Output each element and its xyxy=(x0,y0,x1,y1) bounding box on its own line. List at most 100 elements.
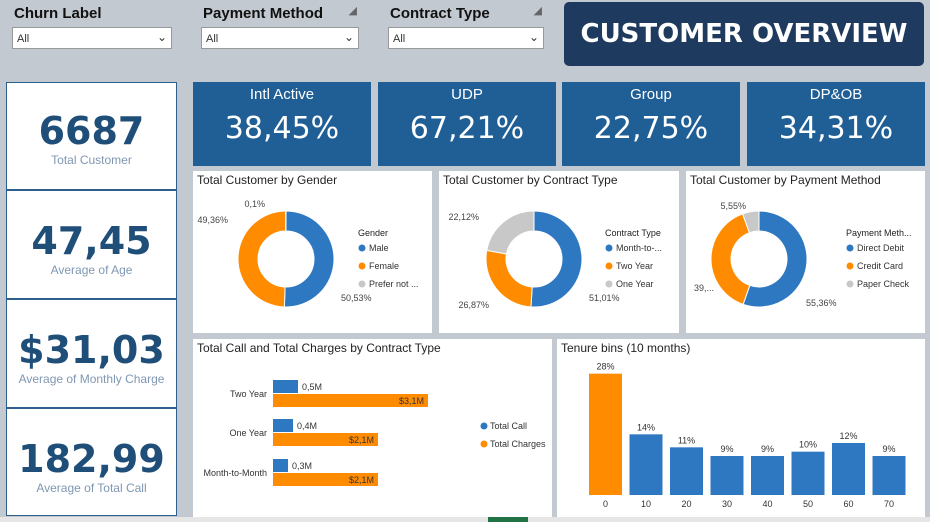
churn-label-dropdown[interactable]: All ⌄ xyxy=(12,27,172,49)
slicer-title: Churn Label xyxy=(14,5,102,22)
eraser-icon[interactable]: ◢ xyxy=(534,4,542,17)
gender-donut-chart: 50,53% 49,36% 0,1% Gender Male Female Prefer n… xyxy=(197,199,419,308)
data-label: 0,3M xyxy=(292,461,312,471)
tick-label: 0 xyxy=(603,499,608,509)
data-label: 9% xyxy=(720,444,733,454)
data-label: 12% xyxy=(839,431,857,441)
donut-slice xyxy=(237,210,287,308)
card-value: $31,03 xyxy=(18,328,165,372)
slicer-contract-type: Contract Type ◢ All ⌄ xyxy=(382,0,550,56)
chevron-down-icon: ⌄ xyxy=(156,30,167,44)
card-label: Average of Age xyxy=(50,263,133,277)
legend-entry: Total Charges xyxy=(490,439,546,449)
legend-entry: One Year xyxy=(616,279,654,289)
active-page-tab[interactable] xyxy=(488,517,528,522)
legend-entry: Month-to-... xyxy=(616,243,662,253)
data-label: 39,... xyxy=(694,283,714,293)
kpi-value: 67,21% xyxy=(409,111,525,146)
gender-donut-panel: Total Customer by Gender 50,53% 49,36% 0,1… xyxy=(193,171,432,333)
data-label: 5,55% xyxy=(720,201,746,211)
data-label: 14% xyxy=(637,422,655,432)
legend-marker xyxy=(846,244,854,252)
legend-entry: Male xyxy=(369,243,389,253)
payment-donut-panel: Total Customer by Payment Method 55,36% 3… xyxy=(686,171,925,333)
bar xyxy=(273,380,298,393)
legend-title: Contract Type xyxy=(605,228,661,238)
kpi-title: Group xyxy=(630,86,672,103)
slicer-title: Contract Type xyxy=(390,5,490,22)
calls-charges-bar-chart: Two Year 0,5M $3,1M One Year 0,4M $2,1M Month-… xyxy=(203,380,546,486)
kpi-intl-active: Intl Active 38,45% xyxy=(193,82,371,166)
donut-slice xyxy=(710,213,751,305)
donut-slice xyxy=(283,210,335,308)
contract-donut-panel: Total Customer by Contract Type 51,01% 26… xyxy=(439,171,679,333)
data-label: 10% xyxy=(799,440,817,450)
bar xyxy=(273,419,293,432)
bar xyxy=(589,373,622,495)
data-label: 28% xyxy=(596,362,614,372)
legend-marker xyxy=(846,280,854,288)
data-label: 26,87% xyxy=(458,300,489,310)
legend-marker xyxy=(605,244,613,252)
chevron-down-icon: ⌄ xyxy=(528,30,539,44)
tenure-panel: Tenure bins (10 months) 28% 0 14% 10 11% 20 9%… xyxy=(557,339,925,517)
bar xyxy=(710,456,744,495)
donut-slice xyxy=(530,210,583,308)
tick-label: 40 xyxy=(762,499,772,509)
page-title: CUSTOMER OVERVIEW xyxy=(564,2,924,66)
tick-label: 50 xyxy=(803,499,813,509)
chevron-down-icon: ⌄ xyxy=(343,30,354,44)
data-label: 50,53% xyxy=(341,293,372,303)
legend-entry: Credit Card xyxy=(857,261,903,271)
donut-slice xyxy=(485,249,533,308)
kpi-title: UDP xyxy=(451,86,483,103)
data-label: $3,1M xyxy=(399,396,424,406)
contract-type-dropdown[interactable]: All ⌄ xyxy=(388,27,544,49)
dropdown-value: All xyxy=(206,33,219,45)
card-label: Average of Monthly Charge xyxy=(18,372,165,386)
card-label: Total Customer xyxy=(51,153,132,167)
legend-marker xyxy=(358,244,366,252)
bar xyxy=(832,443,865,495)
data-label: 22,12% xyxy=(448,212,479,222)
average-total-call-card: 182,99 Average of Total Call xyxy=(6,408,177,516)
data-label: 51,01% xyxy=(589,293,620,303)
kpi-dp-ob: DP&OB 34,31% xyxy=(747,82,925,166)
eraser-icon[interactable]: ◢ xyxy=(349,4,357,17)
legend-entry: Prefer not ... xyxy=(369,279,419,289)
kpi-title: Intl Active xyxy=(249,86,315,103)
card-label: Average of Total Call xyxy=(36,481,147,495)
payment-method-dropdown[interactable]: All ⌄ xyxy=(201,27,359,49)
tenure-bar-chart: 28% 0 14% 10 11% 20 9% 30 9% 40 10% 50 12% 60 9% 70 xyxy=(589,362,906,509)
legend-marker xyxy=(605,280,613,288)
donut-slice xyxy=(486,210,535,255)
data-label: 55,36% xyxy=(806,298,837,308)
tick-label: 30 xyxy=(722,499,732,509)
slicer-title: Payment Method xyxy=(203,5,324,22)
category-label: Month-to-Month xyxy=(203,468,267,478)
legend-entry: Total Call xyxy=(490,421,527,431)
card-value: 47,45 xyxy=(31,219,152,263)
legend-marker xyxy=(605,262,613,270)
data-label: 0,4M xyxy=(297,421,317,431)
card-value: 6687 xyxy=(38,109,145,153)
kpi-title: DP&OB xyxy=(809,86,863,103)
bar xyxy=(791,451,825,495)
kpi-value: 34,31% xyxy=(778,111,894,146)
average-age-card: 47,45 Average of Age xyxy=(6,190,177,299)
tick-label: 60 xyxy=(843,499,853,509)
legend-entry: Female xyxy=(369,261,399,271)
legend-entry: Two Year xyxy=(616,261,653,271)
contract-type-donut-chart: 51,01% 26,87% 22,12% Contract Type Month-to-… xyxy=(448,210,662,310)
legend-title: Gender xyxy=(358,228,388,238)
kpi-group: Group 22,75% xyxy=(562,82,740,166)
data-label: 0,1% xyxy=(244,199,265,209)
average-monthly-charge-card: $31,03 Average of Monthly Charge xyxy=(6,299,177,408)
kpi-value: 22,75% xyxy=(593,111,709,146)
legend-entry: Direct Debit xyxy=(857,243,905,253)
slicer-payment-method: Payment Method ◢ All ⌄ xyxy=(195,0,365,56)
dropdown-value: All xyxy=(393,33,406,45)
category-label: Two Year xyxy=(230,389,267,399)
total-customer-card: 6687 Total Customer xyxy=(6,82,177,190)
slicer-churn-label: Churn Label All ⌄ xyxy=(6,0,178,56)
